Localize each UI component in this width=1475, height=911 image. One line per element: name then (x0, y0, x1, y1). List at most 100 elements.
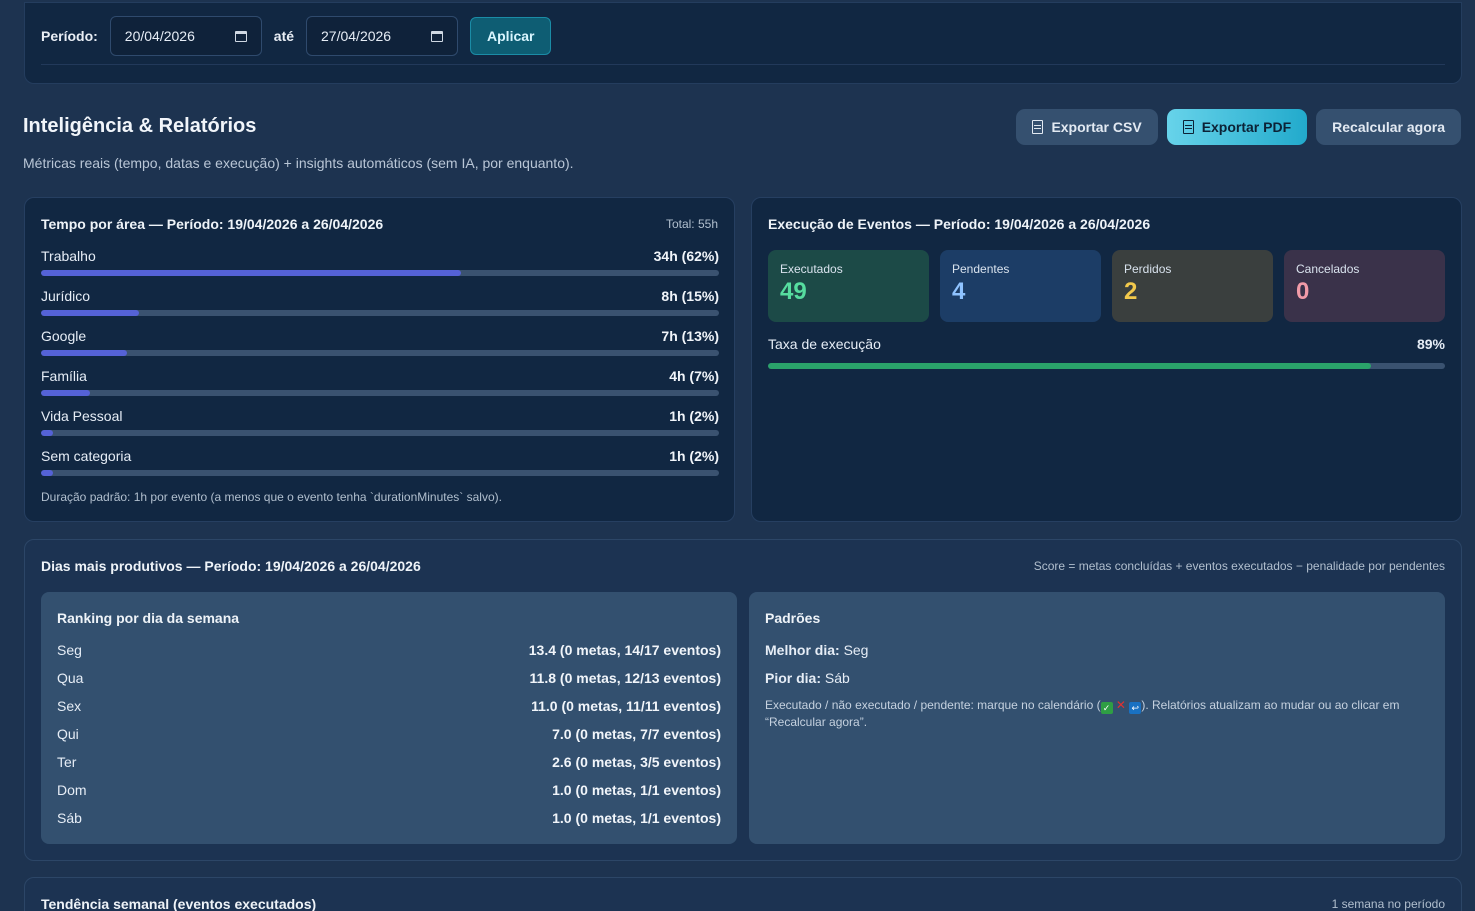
header-actions: Exportar CSV Exportar PDF Recalcular ago… (1016, 109, 1461, 145)
best-day: Melhor dia: Seg (765, 642, 868, 658)
weekly-trend-title: Tendência semanal (eventos executados) (41, 896, 317, 911)
area-bar-track (41, 390, 719, 396)
events-execution-card: Execução de Eventos — Período: 19/04/202… (751, 197, 1462, 522)
area-row-head: Trabalho 34h (62%) (41, 248, 719, 264)
until-label: até (273, 28, 295, 44)
export-pdf-button[interactable]: Exportar PDF (1166, 109, 1308, 145)
end-date-value: 27/04/2026 (321, 28, 392, 44)
execution-rate-track (768, 363, 1445, 369)
weekly-trend-card: Tendência semanal (eventos executados) 1… (24, 877, 1462, 911)
stat-label: Pendentes (952, 262, 1010, 276)
ranking-value: 1.0 (0 metas, 1/1 eventos) (552, 782, 721, 798)
return-arrow-icon: ↩ (1129, 702, 1142, 714)
stat-value: 0 (1296, 278, 1310, 305)
area-name: Google (41, 328, 87, 344)
ranking-row: Ter 2.6 (0 metas, 3/5 eventos) (57, 754, 721, 770)
area-row-head: Vida Pessoal 1h (2%) (41, 408, 719, 424)
calendar-icon[interactable] (234, 30, 247, 42)
score-note: Score = metas concluídas + eventos execu… (1033, 559, 1445, 573)
area-row-head: Família 4h (7%) (41, 368, 719, 384)
ranking-value: 11.0 (0 metas, 11/11 eventos) (531, 698, 721, 714)
area-name: Trabalho (41, 248, 96, 264)
pdf-document-icon (1182, 120, 1194, 134)
ranking-day: Seg (57, 642, 82, 658)
ranking-panel: Ranking por dia da semana Seg 13.4 (0 met… (41, 592, 737, 844)
ranking-day: Qua (57, 670, 84, 686)
export-csv-button[interactable]: Exportar CSV (1016, 109, 1158, 145)
ranking-row: Sáb 1.0 (0 metas, 1/1 eventos) (57, 810, 721, 826)
area-value: 4h (7%) (669, 368, 719, 384)
area-bar-fill (41, 310, 140, 316)
marking-note: Executado / não executado / pendente: ma… (765, 697, 1415, 730)
document-icon (1032, 120, 1044, 134)
ranking-row: Sex 11.0 (0 metas, 11/11 eventos) (57, 698, 721, 714)
ranking-day: Sex (57, 698, 82, 714)
stat-label: Executados (780, 262, 843, 276)
ranking-row: Qui 7.0 (0 metas, 7/7 eventos) (57, 726, 721, 742)
ranking-value: 1.0 (0 metas, 1/1 eventos) (552, 810, 721, 826)
best-day-label: Melhor dia: (765, 642, 840, 658)
patterns-title: Padrões (765, 610, 821, 626)
stat-value: 4 (952, 278, 966, 305)
ranking-title: Ranking por dia da semana (57, 610, 240, 626)
area-name: Vida Pessoal (41, 408, 123, 424)
area-bar-track (41, 430, 719, 436)
ranking-row: Seg 13.4 (0 metas, 14/17 eventos) (57, 642, 721, 658)
stat-box: Cancelados 0 (1284, 250, 1445, 322)
time-by-area-title: Tempo por área — Período: 19/04/2026 a 2… (41, 216, 384, 232)
area-name: Sem categoria (41, 448, 132, 464)
area-value: 1h (2%) (669, 408, 719, 424)
period-label: Período: (41, 28, 98, 44)
stat-box: Perdidos 2 (1112, 250, 1273, 322)
area-value: 7h (13%) (661, 328, 719, 344)
start-date-input[interactable]: 20/04/2026 (109, 16, 262, 56)
ranking-value: 13.4 (0 metas, 14/17 eventos) (528, 642, 721, 658)
recalculate-button[interactable]: Recalcular agora (1316, 109, 1461, 145)
area-row: Família 4h (7%) (41, 368, 719, 396)
execution-rate-value: 89% (1416, 336, 1445, 352)
area-bar-track (41, 470, 719, 476)
reports-page: Período: 20/04/2026 até 27/04/2026 Aplic… (0, 0, 1475, 911)
ranking-day: Ter (57, 754, 77, 770)
page-subtitle: Métricas reais (tempo, datas e execução)… (23, 155, 574, 171)
productive-days-card: Dias mais produtivos — Período: 19/04/20… (24, 539, 1462, 861)
area-bar-fill (41, 270, 462, 276)
weekly-trend-note: 1 semana no período (1331, 897, 1445, 911)
area-name: Jurídico (41, 288, 91, 304)
area-bar-fill (41, 470, 54, 476)
stat-label: Perdidos (1124, 262, 1172, 276)
area-row: Vida Pessoal 1h (2%) (41, 408, 719, 436)
worst-day-label: Pior dia: (765, 670, 822, 686)
ranking-value: 7.0 (0 metas, 7/7 eventos) (552, 726, 721, 742)
page-title: Inteligência & Relatórios (23, 115, 257, 137)
stat-value: 49 (780, 278, 807, 305)
period-filter-card: Período: 20/04/2026 até 27/04/2026 Aplic… (24, 2, 1462, 84)
area-row: Sem categoria 1h (2%) (41, 448, 719, 476)
ranking-value: 2.6 (0 metas, 3/5 eventos) (552, 754, 721, 770)
area-row-head: Sem categoria 1h (2%) (41, 448, 719, 464)
divider (41, 64, 1445, 65)
area-bar-track (41, 270, 719, 276)
time-by-area-card: Tempo por área — Período: 19/04/2026 a 2… (24, 197, 735, 522)
stat-label: Cancelados (1296, 262, 1360, 276)
duration-footnote: Duração padrão: 1h por evento (a menos q… (41, 490, 502, 504)
end-date-input[interactable]: 27/04/2026 (306, 16, 459, 56)
area-bar-fill (41, 390, 91, 396)
area-name: Família (41, 368, 87, 384)
marking-note-start: Executado / não executado / pendente: ma… (765, 698, 1101, 712)
best-day-value: Seg (843, 642, 869, 658)
area-value: 34h (62%) (653, 248, 719, 264)
area-row-head: Jurídico 8h (15%) (41, 288, 719, 304)
ranking-row: Dom 1.0 (0 metas, 1/1 eventos) (57, 782, 721, 798)
execution-rate-label: Taxa de execução (768, 336, 881, 352)
calendar-icon[interactable] (431, 30, 444, 42)
area-bar-track (41, 350, 719, 356)
checkmark-icon: ✓ (1100, 702, 1113, 714)
stat-value: 2 (1124, 278, 1138, 305)
area-value: 1h (2%) (669, 448, 719, 464)
area-row: Jurídico 8h (15%) (41, 288, 719, 316)
apply-button[interactable]: Aplicar (470, 17, 552, 55)
ranking-day: Sáb (57, 810, 82, 826)
export-pdf-label: Exportar PDF (1201, 119, 1292, 135)
recalculate-label: Recalcular agora (1332, 119, 1445, 135)
